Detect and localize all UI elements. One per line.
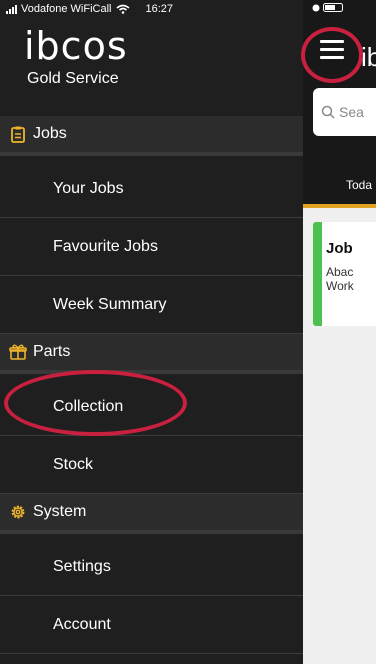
- tab-today[interactable]: Toda: [346, 178, 372, 192]
- menu-item-settings[interactable]: Settings: [0, 538, 303, 596]
- app-logo: ibcos: [24, 24, 128, 68]
- gear-icon: [9, 503, 27, 521]
- job-card-customer: Abac: [326, 265, 354, 279]
- menu-item-week-summary[interactable]: Week Summary: [0, 276, 303, 334]
- app-subtitle: Gold Service: [27, 70, 119, 87]
- tab-underline: [303, 204, 376, 208]
- clipboard-icon: [9, 125, 27, 143]
- signal-icon: [6, 4, 17, 14]
- annotation-circle-collection: [4, 370, 187, 436]
- status-time: 16:27: [145, 3, 174, 15]
- section-header-parts: Parts: [0, 334, 303, 374]
- page-logo: ib: [361, 42, 376, 72]
- job-card[interactable]: Job Abac Work: [313, 222, 376, 326]
- carrier-name: Vodafone WiFiCall: [21, 3, 112, 15]
- section-header-jobs: Jobs: [0, 116, 303, 156]
- battery-icon: [323, 3, 343, 12]
- menu-item-favourite-jobs[interactable]: Favourite Jobs: [0, 218, 303, 276]
- job-card-detail: Work: [326, 279, 354, 293]
- status-bar-right: [312, 3, 345, 12]
- search-placeholder: Sea: [339, 104, 364, 120]
- search-input[interactable]: Sea: [313, 88, 376, 136]
- background-jobs-page: ib Sea Toda Job Abac Work: [303, 0, 376, 664]
- gift-box-icon: [9, 343, 27, 361]
- section-label-parts: Parts: [33, 343, 71, 360]
- section-header-system: System: [0, 494, 303, 534]
- search-icon: [321, 105, 335, 119]
- job-card-title: Job: [326, 240, 353, 257]
- status-bar-left: Vodafone WiFiCall 16:27: [6, 3, 173, 15]
- menu-item-stock[interactable]: Stock: [0, 436, 303, 494]
- moon-icon: [312, 4, 320, 11]
- menu-item-account[interactable]: Account: [0, 596, 303, 654]
- menu-item-your-jobs[interactable]: Your Jobs: [0, 160, 303, 218]
- navigation-drawer: Vodafone WiFiCall 16:27 ibcos Gold Servi…: [0, 0, 303, 664]
- annotation-circle-hamburger: [301, 27, 363, 83]
- section-label-system: System: [33, 503, 87, 520]
- section-label-jobs: Jobs: [33, 125, 67, 142]
- wifi-icon: [115, 4, 130, 14]
